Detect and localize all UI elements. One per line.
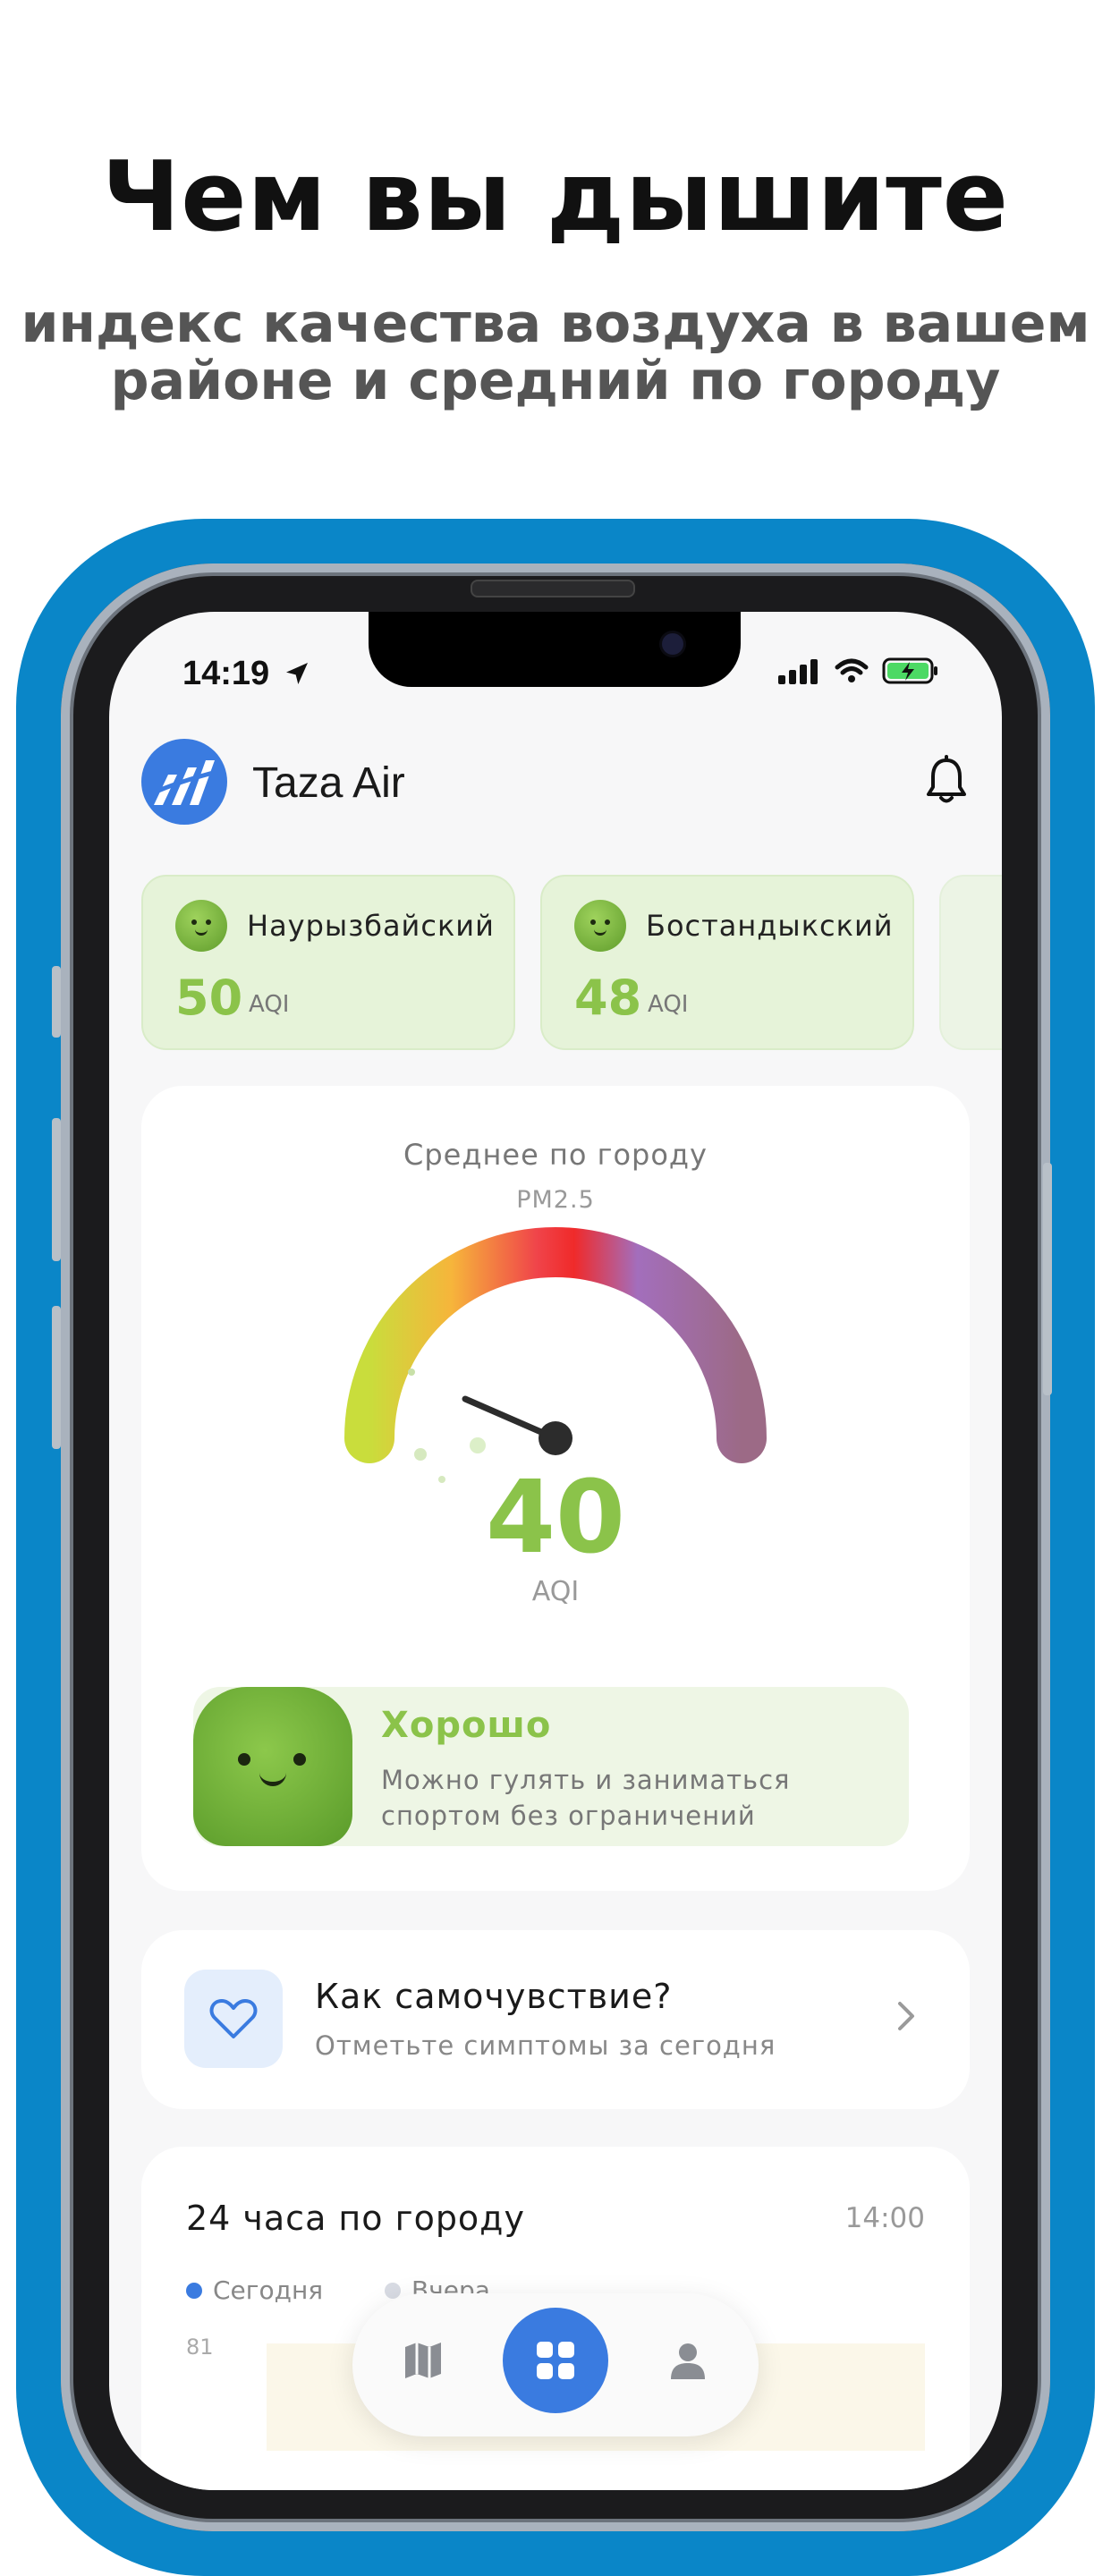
city-aqi-unit: AQI — [531, 1576, 580, 1607]
district-aqi-unit: AQI — [648, 991, 689, 1018]
gauge-arc — [344, 1227, 767, 1463]
nav-map-button[interactable] — [370, 2308, 476, 2413]
aqi-gauge — [344, 1227, 767, 1483]
location-arrow-icon — [285, 663, 308, 684]
chart-y-max-label: 81 — [186, 2334, 214, 2360]
side-button — [52, 1118, 61, 1261]
day-chart-time: 14:00 — [844, 2202, 925, 2234]
feeling-card[interactable]: Как самочувствие? Отметьте симптомы за с… — [141, 1930, 970, 2109]
profile-icon — [671, 2343, 705, 2379]
dashboard-grid-icon — [537, 2342, 574, 2379]
legend-today-dot — [186, 2282, 202, 2299]
feeling-title: Как самочувствие? — [315, 1977, 673, 2016]
status-time: 14:19 — [182, 655, 311, 693]
taza-air-logo-icon — [141, 739, 227, 825]
smile-face-icon — [574, 900, 626, 952]
gauge-particle — [414, 1448, 427, 1461]
promo-subline: индекс качества воздуха в вашем районе и… — [0, 295, 1111, 410]
bottom-nav — [352, 2293, 759, 2436]
district-name: Бостандыкский — [646, 909, 894, 943]
air-status-description: Можно гулять и заниматься спортом без ог… — [381, 1765, 791, 1831]
district-aqi-unit: AQI — [249, 991, 290, 1018]
app-header: Taza Air — [141, 739, 970, 828]
bell-icon[interactable] — [925, 755, 968, 809]
earpiece-speaker — [471, 580, 635, 597]
side-button — [1043, 1163, 1052, 1395]
district-aqi-value: 50 — [175, 970, 243, 1026]
battery-charging-icon — [882, 657, 937, 684]
air-status-box: Хорошо Можно гулять и заниматься спортом… — [193, 1687, 909, 1846]
promo-subline-line-1: индекс качества воздуха в вашем — [21, 292, 1090, 355]
notch — [369, 612, 741, 687]
cellular-signal-icon — [778, 659, 818, 684]
front-camera — [662, 633, 683, 655]
day-chart-title: 24 часа по городу — [186, 2199, 525, 2238]
map-icon — [405, 2343, 441, 2378]
city-aqi-value: 40 — [486, 1460, 625, 1576]
legend-today: Сегодня — [186, 2275, 323, 2305]
promo-headline: Чем вы дышите — [101, 141, 1010, 253]
district-name: Наурызбайский — [247, 909, 495, 943]
gauge-needle-hub — [539, 1421, 572, 1455]
status-time-text: 14:19 — [182, 655, 270, 692]
chevron-right-icon — [898, 2002, 914, 2030]
promo-subline-line-2: районе и средний по городу — [110, 350, 1001, 412]
smile-face-icon — [193, 1687, 352, 1846]
nav-profile-button[interactable] — [635, 2308, 741, 2413]
gauge-particle — [408, 1368, 415, 1376]
heart-icon — [209, 1999, 258, 2038]
feeling-subtitle: Отметьте симптомы за сегодня — [315, 2030, 776, 2061]
nav-dashboard-button[interactable] — [503, 2308, 608, 2413]
phone-screen: 14:19 Taza Air Наурызбайский 50 AQI Бост… — [109, 612, 1002, 2490]
district-card-naurizbay[interactable]: Наурызбайский 50 AQI — [141, 875, 515, 1050]
city-average-card: Среднее по городу PM2.5 40 AQI Хорошо Мо… — [141, 1086, 970, 1891]
district-aqi-value: 48 — [574, 970, 642, 1026]
air-status-title: Хорошо — [381, 1705, 552, 1746]
district-card-partial[interactable] — [939, 875, 1002, 1050]
wifi-icon — [835, 658, 869, 682]
side-button — [52, 966, 61, 1038]
legend-yesterday-dot — [385, 2282, 401, 2299]
pollutant-label: PM2.5 — [516, 1186, 595, 1214]
status-icons — [778, 657, 939, 685]
app-title: Taza Air — [252, 759, 405, 807]
legend-today-label: Сегодня — [213, 2275, 324, 2305]
side-button — [52, 1306, 61, 1449]
district-card-bostandyk[interactable]: Бостандыкский 48 AQI — [540, 875, 914, 1050]
city-average-title: Среднее по городу — [403, 1138, 708, 1172]
heart-icon-box — [184, 1970, 283, 2068]
smile-face-icon — [175, 900, 227, 952]
gauge-particle — [470, 1437, 486, 1453]
